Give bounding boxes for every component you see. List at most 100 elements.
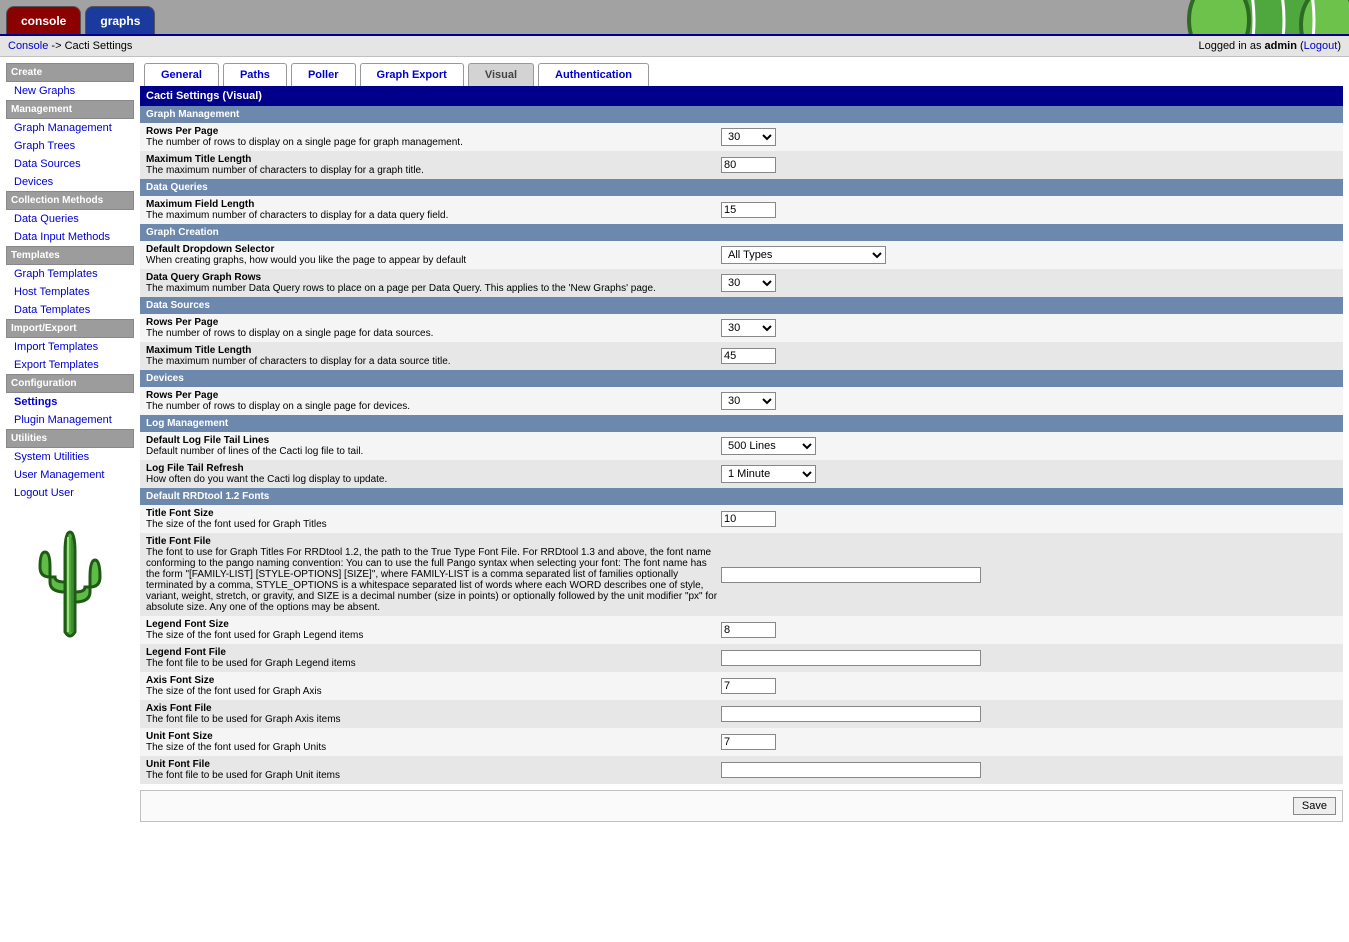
tab-paths[interactable]: Paths <box>223 63 287 86</box>
content-area: GeneralPathsPollerGraph ExportVisualAuth… <box>140 57 1349 828</box>
sidebar-item-new-graphs[interactable]: New Graphs <box>6 82 134 100</box>
settings-body: Graph ManagementRows Per PageThe number … <box>140 106 1343 784</box>
setting-label: Title Font SizeThe size of the font used… <box>146 508 721 530</box>
sidebar-item-system-utilities[interactable]: System Utilities <box>6 448 134 466</box>
setting-row: Legend Font FileThe font file to be used… <box>140 644 1343 672</box>
tab-visual[interactable]: Visual <box>468 63 534 86</box>
sidebar-item-graph-trees[interactable]: Graph Trees <box>6 137 134 155</box>
sidebar-header: Utilities <box>6 429 134 448</box>
setting-desc: The size of the font used for Graph Axis <box>146 686 721 697</box>
setting-input-unit-font-file[interactable] <box>721 762 981 778</box>
setting-desc: The maximum number of characters to disp… <box>146 356 721 367</box>
setting-input-default-dropdown-selector[interactable]: All Types <box>721 246 886 264</box>
section-header: Data Queries <box>140 179 1343 196</box>
sidebar-item-data-input-methods[interactable]: Data Input Methods <box>6 228 134 246</box>
tab-console[interactable]: console <box>6 6 81 34</box>
setting-input-legend-font-file[interactable] <box>721 650 981 666</box>
tab-poller[interactable]: Poller <box>291 63 356 86</box>
page-title: Cacti Settings (Visual) <box>140 86 1343 106</box>
setting-label: Default Dropdown SelectorWhen creating g… <box>146 244 721 266</box>
setting-row: Rows Per PageThe number of rows to displ… <box>140 387 1343 415</box>
setting-input-axis-font-size[interactable] <box>721 678 776 694</box>
setting-row: Legend Font SizeThe size of the font use… <box>140 616 1343 644</box>
setting-input-default-log-file-tail-lines[interactable]: 500 Lines <box>721 437 816 455</box>
setting-input-rows-per-page[interactable]: 30 <box>721 392 776 410</box>
sidebar-item-devices[interactable]: Devices <box>6 173 134 191</box>
setting-row: Data Query Graph RowsThe maximum number … <box>140 269 1343 297</box>
setting-control <box>721 762 981 778</box>
tab-authentication[interactable]: Authentication <box>538 63 649 86</box>
setting-title: Rows Per Page <box>146 317 721 328</box>
setting-title: Default Log File Tail Lines <box>146 435 721 446</box>
sidebar-item-graph-templates[interactable]: Graph Templates <box>6 265 134 283</box>
setting-desc: The maximum number of characters to disp… <box>146 165 721 176</box>
setting-input-title-font-size[interactable] <box>721 511 776 527</box>
setting-control: 30 <box>721 319 776 337</box>
setting-row: Log File Tail RefreshHow often do you wa… <box>140 460 1343 488</box>
setting-desc: The size of the font used for Graph Titl… <box>146 519 721 530</box>
setting-row: Unit Font SizeThe size of the font used … <box>140 728 1343 756</box>
setting-input-legend-font-size[interactable] <box>721 622 776 638</box>
setting-desc: The maximum number of characters to disp… <box>146 210 721 221</box>
setting-label: Data Query Graph RowsThe maximum number … <box>146 272 721 294</box>
setting-desc: The number of rows to display on a singl… <box>146 328 721 339</box>
setting-input-unit-font-size[interactable] <box>721 734 776 750</box>
setting-input-maximum-field-length[interactable] <box>721 202 776 218</box>
breadcrumb-bar: Console -> Cacti Settings Logged in as a… <box>0 36 1349 57</box>
setting-desc: The size of the font used for Graph Lege… <box>146 630 721 641</box>
setting-input-rows-per-page[interactable]: 30 <box>721 128 776 146</box>
setting-title: Axis Font File <box>146 703 721 714</box>
sidebar-item-data-sources[interactable]: Data Sources <box>6 155 134 173</box>
setting-label: Maximum Field LengthThe maximum number o… <box>146 199 721 221</box>
setting-label: Axis Font SizeThe size of the font used … <box>146 675 721 697</box>
setting-title: Maximum Field Length <box>146 199 721 210</box>
setting-control <box>721 734 776 750</box>
sidebar-item-user-management[interactable]: User Management <box>6 466 134 484</box>
setting-control <box>721 678 776 694</box>
tab-graph-export[interactable]: Graph Export <box>360 63 464 86</box>
sidebar-item-host-templates[interactable]: Host Templates <box>6 283 134 301</box>
setting-control: 30 <box>721 128 776 146</box>
tab-graphs[interactable]: graphs <box>85 6 155 34</box>
setting-row: Maximum Title LengthThe maximum number o… <box>140 151 1343 179</box>
setting-input-axis-font-file[interactable] <box>721 706 981 722</box>
setting-title: Maximum Title Length <box>146 154 721 165</box>
sidebar-item-graph-management[interactable]: Graph Management <box>6 119 134 137</box>
setting-row: Title Font FileThe font to use for Graph… <box>140 533 1343 616</box>
setting-row: Rows Per PageThe number of rows to displ… <box>140 123 1343 151</box>
setting-input-maximum-title-length[interactable] <box>721 157 776 173</box>
settings-tabs: GeneralPathsPollerGraph ExportVisualAuth… <box>140 63 1343 86</box>
breadcrumb-page: Cacti Settings <box>65 40 133 52</box>
save-button[interactable]: Save <box>1293 797 1336 815</box>
breadcrumb: Console -> Cacti Settings <box>8 40 132 52</box>
save-bar: Save <box>140 790 1343 822</box>
section-header: Devices <box>140 370 1343 387</box>
setting-input-log-file-tail-refresh[interactable]: 1 Minute <box>721 465 816 483</box>
setting-label: Maximum Title LengthThe maximum number o… <box>146 154 721 176</box>
sidebar-item-import-templates[interactable]: Import Templates <box>6 338 134 356</box>
setting-input-rows-per-page[interactable]: 30 <box>721 319 776 337</box>
top-bar: console graphs <box>0 0 1349 36</box>
setting-title: Default Dropdown Selector <box>146 244 721 255</box>
sidebar-item-settings[interactable]: Settings <box>6 393 134 411</box>
setting-label: Axis Font FileThe font file to be used f… <box>146 703 721 725</box>
setting-control: 30 <box>721 274 776 292</box>
sidebar-item-export-templates[interactable]: Export Templates <box>6 356 134 374</box>
sidebar-item-data-templates[interactable]: Data Templates <box>6 301 134 319</box>
section-header: Default RRDtool 1.2 Fonts <box>140 488 1343 505</box>
setting-input-data-query-graph-rows[interactable]: 30 <box>721 274 776 292</box>
setting-desc: The font file to be used for Graph Axis … <box>146 714 721 725</box>
setting-desc: The font to use for Graph Titles For RRD… <box>146 547 721 613</box>
tab-general[interactable]: General <box>144 63 219 86</box>
logout-link[interactable]: Logout <box>1304 40 1338 52</box>
sidebar-item-data-queries[interactable]: Data Queries <box>6 210 134 228</box>
setting-input-title-font-file[interactable] <box>721 567 981 583</box>
setting-desc: The number of rows to display on a singl… <box>146 401 721 412</box>
setting-input-maximum-title-length[interactable] <box>721 348 776 364</box>
sidebar-item-plugin-management[interactable]: Plugin Management <box>6 411 134 429</box>
setting-desc: The number of rows to display on a singl… <box>146 137 721 148</box>
setting-title: Data Query Graph Rows <box>146 272 721 283</box>
setting-label: Log File Tail RefreshHow often do you wa… <box>146 463 721 485</box>
sidebar-item-logout-user[interactable]: Logout User <box>6 484 134 502</box>
breadcrumb-console-link[interactable]: Console <box>8 40 48 52</box>
